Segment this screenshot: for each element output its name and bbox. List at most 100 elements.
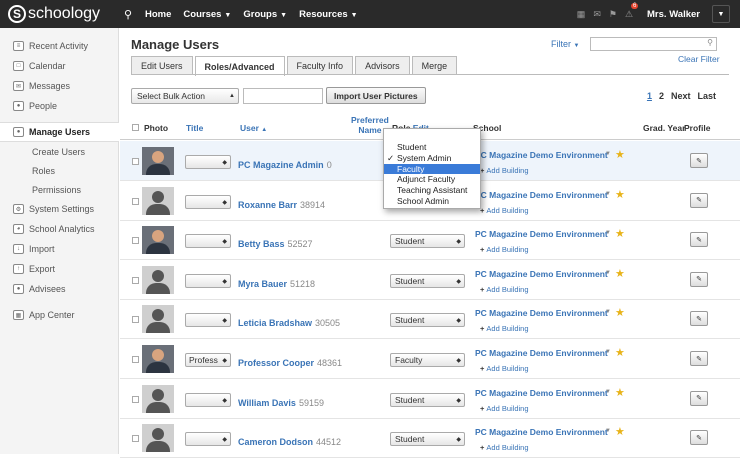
sidebar-subitem-permissions[interactable]: Permissions — [0, 180, 118, 199]
bulk-action-select[interactable]: Select Bulk Action ▲ — [131, 88, 239, 104]
edit-profile-button[interactable]: ✎ — [690, 153, 708, 168]
nav-resources[interactable]: Resources ▼ — [299, 9, 358, 20]
tab-edit-users[interactable]: Edit Users — [131, 56, 193, 75]
user-name-link[interactable]: Roxanne Barr 38914 — [238, 200, 325, 210]
title-select[interactable]: Profess ◆ — [185, 353, 231, 367]
nav-home[interactable]: Home — [145, 9, 171, 20]
role-option-school-admin[interactable]: School Admin — [384, 196, 480, 207]
user-name-link[interactable]: Leticia Bradshaw 30505 — [238, 318, 340, 328]
chevron-down-icon[interactable]: ▼ — [605, 151, 611, 157]
col-user[interactable]: User ▲ — [240, 123, 267, 133]
row-checkbox[interactable] — [132, 356, 139, 363]
envelope-icon[interactable]: ✉ — [593, 9, 601, 20]
star-icon[interactable]: ★ — [615, 346, 625, 359]
search-icon[interactable]: ⚲ — [118, 3, 138, 25]
star-icon[interactable]: ★ — [615, 148, 625, 161]
row-checkbox[interactable] — [132, 237, 139, 245]
import-user-pictures-button[interactable]: Import User Pictures — [326, 87, 426, 104]
chevron-down-icon[interactable]: ▼ — [605, 428, 611, 434]
role-option-faculty[interactable]: Faculty — [384, 163, 480, 175]
sidebar-item-recent-activity[interactable]: ≡ Recent Activity — [0, 36, 118, 56]
user-menu-button[interactable]: ▼ — [712, 5, 730, 23]
edit-profile-button[interactable]: ✎ — [690, 192, 708, 208]
page-1-link[interactable]: 1 — [647, 91, 652, 101]
school-link[interactable]: PC Magazine Demo Environment — [475, 229, 608, 239]
star-icon[interactable]: ★ — [615, 188, 625, 201]
edit-profile-button[interactable]: ✎ — [690, 232, 708, 248]
role-select[interactable]: Student ◆ — [390, 273, 465, 288]
school-link[interactable]: PC Magazine Demo Environment — [475, 427, 608, 437]
star-icon[interactable]: ★ — [615, 425, 625, 438]
grid-icon[interactable]: ▦ — [577, 9, 586, 20]
sidebar-item-advisees[interactable]: ● Advisees — [0, 279, 118, 299]
sidebar-item-export[interactable]: ↑ Export — [0, 259, 118, 279]
user-name-link[interactable]: Betty Bass 52527 — [238, 239, 313, 249]
star-icon[interactable]: ★ — [615, 267, 625, 280]
title-select[interactable]: ◆ — [185, 194, 231, 209]
row-checkbox[interactable] — [132, 276, 139, 284]
row-checkbox[interactable] — [132, 197, 139, 205]
user-name-link[interactable]: Cameron Dodson 44512 — [238, 437, 341, 447]
school-link[interactable]: PC Magazine Demo Environment — [475, 190, 608, 200]
chevron-down-icon[interactable]: ▼ — [605, 230, 611, 236]
star-icon[interactable]: ★ — [615, 306, 625, 319]
notifications-icon[interactable]: ⚠ 6 — [625, 2, 639, 20]
school-link[interactable]: PC Magazine Demo Environment — [475, 388, 608, 398]
sidebar-item-app-center[interactable]: ▦ App Center — [0, 305, 118, 325]
next-page-link[interactable]: Next — [671, 91, 691, 101]
add-building-link[interactable]: + Add Building — [480, 443, 529, 452]
role-option-teaching-assistant[interactable]: Teaching Assistant — [384, 185, 480, 196]
sidebar-item-messages[interactable]: ✉ Messages — [0, 76, 118, 96]
row-checkbox[interactable] — [132, 435, 139, 443]
star-icon[interactable]: ★ — [615, 227, 625, 240]
edit-profile-button[interactable]: ✎ — [690, 311, 708, 327]
schoology-logo[interactable]: S schoology — [8, 5, 100, 23]
requests-icon[interactable]: ⚑ — [609, 9, 617, 20]
role-select[interactable]: Faculty ◆ — [390, 353, 465, 367]
chevron-down-icon[interactable]: ▼ — [605, 191, 611, 197]
title-select[interactable]: ◆ — [185, 392, 231, 407]
user-name-link[interactable]: William Davis 59159 — [238, 398, 324, 408]
add-building-link[interactable]: + Add Building — [480, 364, 529, 373]
tab-roles-advanced[interactable]: Roles/Advanced — [194, 56, 285, 76]
add-building-link[interactable]: + Add Building — [480, 166, 529, 175]
row-checkbox[interactable] — [132, 316, 139, 324]
add-building-link[interactable]: + Add Building — [480, 245, 529, 254]
add-building-link[interactable]: + Add Building — [480, 404, 529, 413]
sidebar-item-manage-users[interactable]: ● Manage Users — [0, 122, 119, 142]
sidebar-subitem-create-users[interactable]: Create Users — [0, 142, 118, 161]
bulk-action-input[interactable] — [243, 88, 323, 104]
nav-courses[interactable]: Courses ▼ — [183, 9, 231, 20]
star-icon[interactable]: ★ — [615, 386, 625, 399]
page-2-link[interactable]: 2 — [659, 91, 664, 101]
sidebar-item-import[interactable]: ↓ Import — [0, 239, 118, 259]
school-link[interactable]: PC Magazine Demo Environment — [475, 308, 608, 318]
title-select[interactable]: ◆ — [185, 155, 231, 169]
sidebar-item-system-settings[interactable]: ⚙ System Settings — [0, 199, 118, 219]
role-option-student[interactable]: Student — [384, 142, 480, 153]
school-link[interactable]: PC Magazine Demo Environment — [475, 269, 608, 279]
title-select[interactable]: ◆ — [185, 432, 231, 447]
edit-profile-button[interactable]: ✎ — [690, 351, 708, 366]
user-name-link[interactable]: PC Magazine Admin 0 — [238, 160, 332, 170]
chevron-down-icon[interactable]: ▼ — [605, 309, 611, 315]
sidebar-item-calendar[interactable]: □ Calendar — [0, 56, 118, 76]
filter-toggle[interactable]: Filter ▼ — [551, 39, 579, 49]
chevron-down-icon[interactable]: ▼ — [605, 389, 611, 395]
title-select[interactable]: ◆ — [185, 273, 231, 288]
chevron-down-icon[interactable]: ▼ — [605, 270, 611, 276]
filter-input[interactable]: ⚲ — [590, 37, 717, 51]
user-name[interactable]: Mrs. Walker — [647, 9, 700, 20]
edit-profile-button[interactable]: ✎ — [690, 430, 708, 446]
role-select[interactable]: Student ◆ — [390, 392, 465, 407]
select-all-checkbox[interactable] — [132, 124, 139, 131]
tab-advisors[interactable]: Advisors — [355, 56, 410, 75]
tab-merge[interactable]: Merge — [411, 56, 458, 75]
user-name-link[interactable]: Myra Bauer 51218 — [238, 279, 315, 289]
chevron-down-icon[interactable]: ▼ — [605, 349, 611, 355]
edit-profile-button[interactable]: ✎ — [690, 390, 708, 406]
row-checkbox[interactable] — [132, 158, 139, 165]
role-select[interactable]: Student ◆ — [390, 313, 465, 328]
school-link[interactable]: PC Magazine Demo Environment — [475, 150, 608, 160]
col-title[interactable]: Title — [186, 123, 203, 133]
